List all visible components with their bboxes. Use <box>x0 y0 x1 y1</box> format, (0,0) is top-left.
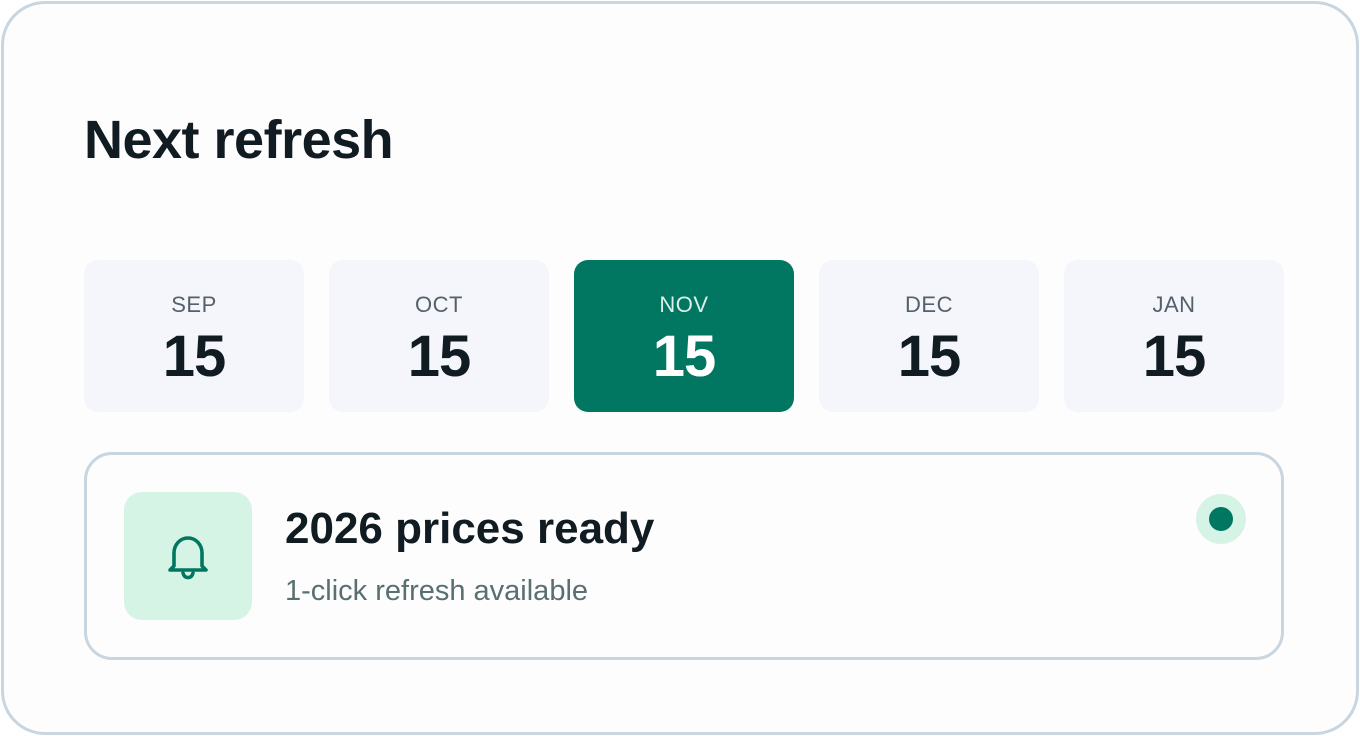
status-dot-icon <box>1196 494 1246 544</box>
notification-title: 2026 prices ready <box>285 504 655 553</box>
date-day: 15 <box>1142 324 1207 389</box>
date-selector: SEP 15 OCT 15 NOV 15 DEC 15 JAN 15 <box>84 260 1284 412</box>
date-tile-oct[interactable]: OCT 15 <box>329 260 549 412</box>
date-month: SEP <box>171 292 217 317</box>
date-month: NOV <box>659 292 709 317</box>
date-tile-jan[interactable]: JAN 15 <box>1064 260 1284 412</box>
card-title: Next refresh <box>84 110 394 170</box>
date-tile-dec[interactable]: DEC 15 <box>819 260 1039 412</box>
date-tile-sep[interactable]: SEP 15 <box>84 260 304 412</box>
date-month: JAN <box>1152 292 1196 317</box>
notification-subtitle: 1-click refresh available <box>285 575 589 607</box>
date-day: 15 <box>652 324 717 389</box>
date-month: DEC <box>905 292 953 317</box>
date-day: 15 <box>407 324 472 389</box>
date-month: OCT <box>415 292 463 317</box>
prices-ready-notification[interactable]: 2026 prices ready 1-click refresh availa… <box>84 452 1284 660</box>
date-day: 15 <box>162 324 227 389</box>
next-refresh-card: Next refresh SEP 15 OCT 15 NOV 15 DEC 15… <box>1 1 1359 735</box>
bell-icon <box>168 536 208 580</box>
date-day: 15 <box>897 324 962 389</box>
bell-icon-container <box>124 492 252 620</box>
date-tile-nov-selected[interactable]: NOV 15 <box>574 260 794 412</box>
